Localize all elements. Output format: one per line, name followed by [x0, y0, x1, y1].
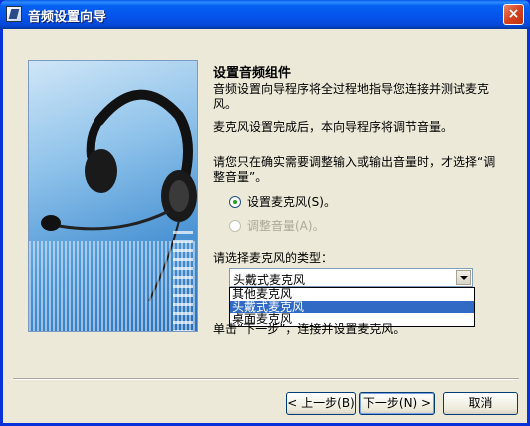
window-title: 音频设置向导: [28, 10, 107, 25]
back-button[interactable]: < 上一步(B): [286, 392, 356, 415]
app-icon: [6, 6, 22, 22]
radio-button[interactable]: [229, 219, 241, 232]
radio-setup-microphone[interactable]: 设置麦克风(S)。: [229, 193, 336, 210]
intro-text: 音频设置向导程序将全过程地指导您连接并测试麦克风。: [213, 82, 490, 111]
wizard-window: 音频设置向导 × 设置音频组件 音频设置向导程序将全过程地指导您连接并测试麦克风…: [0, 0, 530, 426]
dropdown-arrow-icon[interactable]: [456, 270, 471, 285]
radio-adjust-volume[interactable]: 调整音量(A)。: [229, 217, 325, 234]
mic-type-label: 请选择麦克风的类型：: [213, 251, 334, 265]
footer-instruction: 单击“下一步”，连接并设置麦克风。: [213, 322, 406, 336]
dropdown-item-other[interactable]: 其他麦克风: [230, 288, 474, 301]
next-button[interactable]: 下一步(N) >: [359, 392, 435, 415]
headset-illustration: [28, 60, 198, 332]
mic-type-dropdown-list: 其他麦克风 头戴式麦克风 桌面麦克风: [229, 287, 475, 327]
volume-hint-text: 请您只在确实需要调整输入或输出音量时，才选择“调整音量”。: [213, 155, 496, 184]
mic-type-value: 头戴式麦克风: [233, 273, 306, 287]
after-setup-text: 麦克风设置完成后，本向导程序将调节音量。: [213, 120, 454, 134]
page-heading: 设置音频组件: [213, 66, 292, 81]
separator: [13, 378, 519, 380]
radio-label: 设置麦克风(S)。: [247, 195, 336, 209]
cancel-button[interactable]: 取消: [443, 392, 518, 415]
sound-wave-graphic: [29, 241, 197, 331]
radio-button[interactable]: [229, 195, 241, 208]
radio-label: 调整音量(A)。: [247, 219, 325, 233]
title-bar[interactable]: 音频设置向导 ×: [0, 0, 530, 29]
close-button[interactable]: ×: [503, 4, 524, 25]
mic-type-select[interactable]: 头戴式麦克风: [229, 268, 473, 287]
level-bars-graphic: [173, 231, 193, 331]
